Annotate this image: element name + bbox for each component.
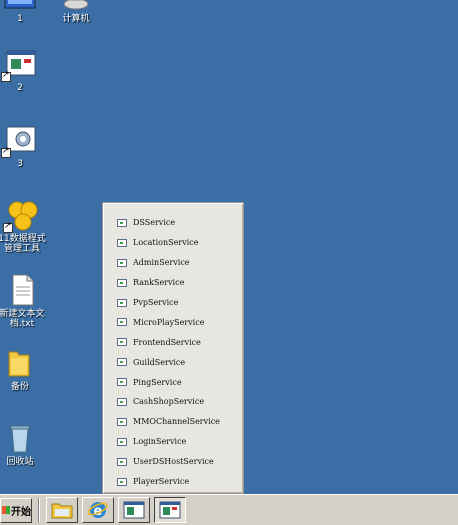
windows-flag-icon [2, 506, 10, 514]
desktop-icon-data-tool[interactable]: 11数据程式 管理工具 [0, 198, 52, 254]
computer-icon [59, 0, 93, 12]
jumplist-item-label: LocationService [133, 238, 199, 248]
jumplist-item[interactable]: AdminService [103, 253, 243, 273]
jumplist-item[interactable]: LoginService [103, 432, 243, 452]
taskbar: 开始 e [0, 494, 458, 525]
taskbar-window-button-active[interactable] [154, 497, 186, 523]
desktop-icon-2[interactable]: 2 [0, 47, 50, 93]
window-icon [117, 378, 127, 387]
taskbar-explorer-button[interactable] [46, 497, 78, 523]
jumplist-item-label: PlayerService [133, 477, 190, 487]
jumplist-item[interactable]: PvpService [103, 293, 243, 313]
jumplist-item[interactable]: MMOChannelService [103, 412, 243, 432]
window-icon [117, 358, 127, 367]
desktop-icon-3[interactable]: 3 [0, 123, 50, 169]
jumplist-item[interactable]: LocationService [103, 233, 243, 253]
settings-app-icon [1, 123, 37, 158]
jumplist-item-label: GuildService [133, 357, 186, 367]
desktop-icon-label: 2 [17, 83, 23, 93]
desktop-icon-label: 1 [17, 14, 23, 24]
shortcut-arrow-icon [1, 146, 11, 158]
jumplist-item-label: RankService [133, 278, 185, 288]
desktop-icon-computer[interactable]: 计算机 [46, 0, 106, 24]
jumplist-item-label: PingService [133, 377, 182, 387]
desktop-icon-label: 计算机 [62, 14, 90, 24]
desktop-icon-label: 新建文本文 档.txt [0, 309, 45, 329]
text-file-icon [5, 273, 39, 307]
jumplist-item[interactable]: PlayerService [103, 472, 243, 492]
recycle-bin-icon [3, 421, 37, 455]
start-label: 开始 [11, 506, 31, 518]
window-icon [117, 437, 127, 446]
taskbar-separator [38, 498, 40, 522]
desktop-icon-label: 回收站 [6, 457, 34, 467]
desktop-icon-backup[interactable]: 备份 [0, 346, 50, 392]
window-icon [117, 258, 127, 267]
desktop-icon-label: 11数据程式 管理工具 [0, 234, 46, 254]
taskbar-jumplist: DSService LocationService AdminService R… [102, 202, 244, 494]
jumplist-item-label: FrontendService [133, 337, 201, 347]
jumplist-item[interactable]: DSService [103, 213, 243, 233]
jumplist-item-label: DSService [133, 218, 176, 228]
folder-icon [3, 346, 37, 380]
jumplist-item-label: UserDSHostService [133, 457, 214, 467]
jumplist-item-label: AdminService [133, 258, 190, 268]
window-icon [117, 318, 127, 327]
jumplist-item-label: LoginService [133, 437, 187, 447]
jumplist-item-label: PvpService [133, 298, 179, 307]
jumplist-item-label: MMOChannelService [133, 417, 220, 427]
window-app-icon [1, 47, 37, 82]
window-icon [117, 397, 127, 406]
window-icon [117, 278, 127, 287]
jumplist-item[interactable]: FrontendService [103, 332, 243, 352]
folder-icon [51, 503, 73, 519]
window-icon [117, 218, 127, 227]
jumplist-item[interactable]: CashShopService [103, 392, 243, 412]
window-icon [117, 298, 127, 307]
jumplist-items: DSService LocationService AdminService R… [103, 203, 243, 491]
jumplist-item[interactable]: PingService [103, 372, 243, 392]
start-button[interactable]: 开始 [0, 497, 32, 523]
desktop-icon-recycle-bin[interactable]: 回收站 [0, 421, 50, 467]
desktop: 1 计算机 2 [0, 0, 458, 494]
desktop-icon-label: 3 [17, 159, 23, 169]
window-icon [117, 417, 127, 426]
window-app-icon [123, 501, 145, 519]
window-icon [117, 338, 127, 347]
jumplist-item[interactable]: GuildService [103, 352, 243, 372]
jumplist-item[interactable]: MicroPlayService [103, 312, 243, 332]
desktop-icon-text-file[interactable]: 新建文本文 档.txt [0, 273, 52, 329]
window-icon [117, 238, 127, 247]
jumplist-item[interactable]: RankService [103, 273, 243, 293]
window-icon [117, 477, 127, 486]
application-icon [3, 0, 37, 12]
shortcut-arrow-icon [1, 70, 11, 82]
taskbar-window-button[interactable] [118, 497, 150, 523]
jumplist-item-label: CashShopService [133, 397, 205, 407]
jumplist-item[interactable]: UserDSHostService [103, 452, 243, 472]
internet-explorer-icon: e [87, 502, 108, 519]
yellow-flower-icon [3, 198, 39, 233]
desktop-icon-label: 备份 [10, 382, 29, 392]
jumplist-item-label: MicroPlayService [133, 317, 205, 327]
window-app-icon [159, 501, 181, 519]
shortcut-arrow-icon [3, 221, 13, 233]
desktop-icon-1[interactable]: 1 [0, 0, 50, 24]
window-icon [117, 457, 127, 466]
taskbar-ie-button[interactable]: e [82, 497, 114, 523]
